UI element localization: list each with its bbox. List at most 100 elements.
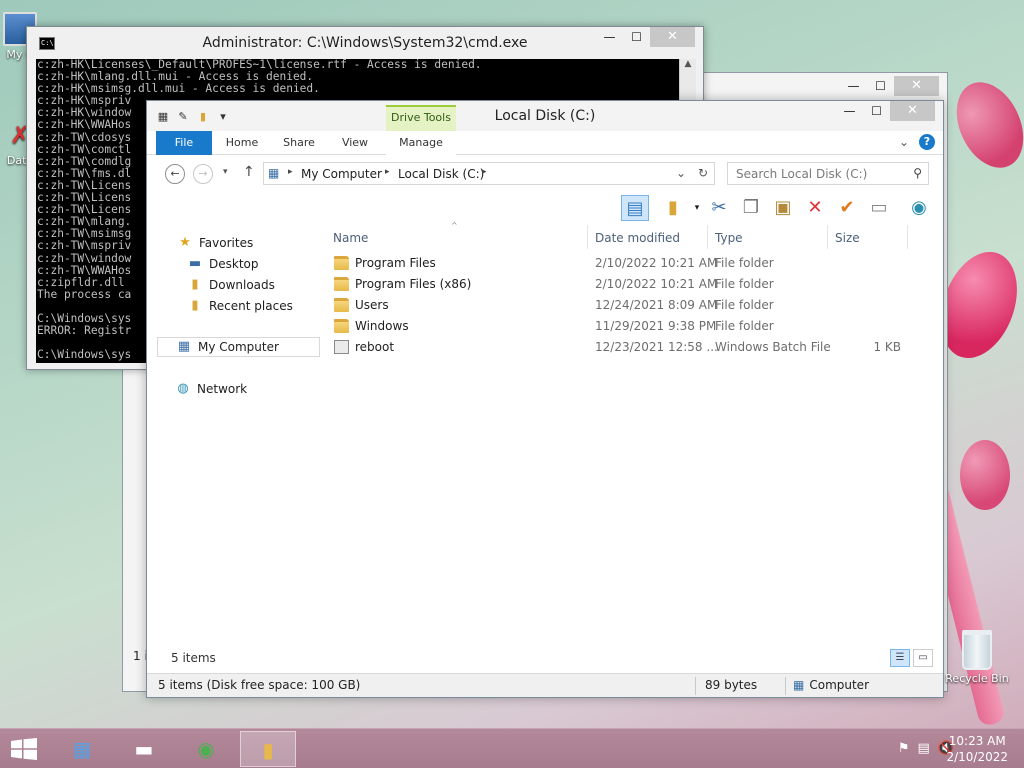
address-dropdown-icon[interactable]: ⌄ [676, 166, 686, 180]
breadcrumb-separator-icon[interactable]: ▸ [385, 167, 390, 177]
file-row[interactable]: Users 12/24/2021 8:09 AM File folder [329, 295, 929, 316]
maximize-button[interactable]: ☐ [623, 27, 650, 47]
folder-icon [334, 256, 349, 270]
status-location: ▦ Computer [793, 674, 869, 696]
help-icon[interactable]: ? [919, 134, 935, 150]
cmd-title-bar[interactable]: C:\. Administrator: C:\Windows\System32\… [27, 27, 703, 59]
tab-file[interactable]: File [156, 131, 212, 155]
taskbar-server-manager-icon[interactable]: ▦ [54, 731, 110, 767]
close-button[interactable]: ✕ [894, 76, 939, 96]
paste-icon[interactable]: ▣ [769, 195, 797, 221]
large-icons-view-icon[interactable]: ▭ [913, 649, 933, 667]
search-icon[interactable]: ⚲ [913, 166, 922, 180]
taskbar-cmd-icon[interactable]: ▬ [116, 731, 172, 767]
cut-icon[interactable]: ✂ [705, 195, 733, 221]
nav-my-computer[interactable]: ▦ My Computer [157, 337, 320, 357]
column-divider[interactable] [587, 225, 588, 249]
breadcrumb-separator-icon[interactable]: ▸ [482, 167, 487, 177]
expand-ribbon-icon[interactable]: ⌄ [899, 135, 909, 149]
file-type: File folder [715, 277, 774, 291]
breadcrumb-my-computer[interactable]: My Computer [301, 167, 382, 181]
search-input[interactable]: Search Local Disk (C:) ⚲ [727, 162, 929, 185]
column-headers: Name ^ Date modified Type Size [325, 221, 937, 249]
maximize-button[interactable]: ☐ [867, 76, 894, 96]
column-header-type[interactable]: Type [715, 231, 743, 245]
nav-favorites[interactable]: ★ Favorites [177, 233, 253, 253]
file-name: reboot [355, 340, 395, 354]
checkmark-icon[interactable]: ✔ [833, 195, 861, 221]
status-divider [695, 677, 696, 695]
maximize-button[interactable]: ☐ [863, 101, 890, 121]
nav-desktop[interactable]: ▬ Desktop [187, 254, 259, 274]
column-header-name[interactable]: Name [333, 231, 368, 245]
file-date: 2/10/2022 10:21 AM [595, 256, 718, 270]
breadcrumb-local-disk[interactable]: Local Disk (C:) [398, 167, 484, 181]
minimize-button[interactable]: — [840, 76, 867, 96]
file-row[interactable]: reboot 12/23/2021 12:58 ... Windows Batch … [329, 337, 929, 358]
file-row[interactable]: Program Files 2/10/2022 10:21 AM File fold… [329, 253, 929, 274]
tab-manage[interactable]: Manage [386, 131, 456, 155]
file-date: 12/23/2021 12:58 ... [595, 340, 718, 354]
desktop-icon: ▬ [188, 256, 202, 271]
desktop-icon-recycle-bin[interactable]: Recycle Bin [944, 630, 1010, 685]
folder-icon [334, 298, 349, 312]
taskbar-app-icon[interactable]: ◉ [178, 731, 234, 767]
file-date: 2/10/2022 10:21 AM [595, 277, 718, 291]
folder-icon [334, 277, 349, 291]
tab-home[interactable]: Home [221, 131, 263, 155]
copy-icon[interactable]: ❐ [737, 195, 765, 221]
computer-icon: ▦ [177, 339, 191, 354]
nav-network[interactable]: ◍ Network [175, 379, 247, 399]
globe-icon[interactable]: ◉ [905, 195, 933, 221]
minimize-button[interactable]: — [836, 101, 863, 121]
close-button[interactable]: ✕ [890, 101, 935, 121]
tab-share[interactable]: Share [277, 131, 321, 155]
file-row[interactable]: Program Files (x86) 2/10/2022 10:21 AM Fil… [329, 274, 929, 295]
column-divider[interactable] [907, 225, 908, 249]
preview-pane-icon[interactable]: ▤ [621, 195, 649, 221]
status-summary: 5 items (Disk free space: 100 GB) [158, 678, 361, 692]
rename-icon[interactable]: ▭ [865, 195, 893, 221]
delete-icon[interactable]: ✕ [801, 195, 829, 221]
close-button[interactable]: ✕ [650, 27, 695, 47]
file-size: 1 KB [873, 340, 901, 354]
action-center-icon[interactable]: ⚑ [898, 741, 910, 756]
scroll-up-icon[interactable]: ▲ [680, 59, 696, 69]
file-name: Program Files (x86) [355, 277, 472, 291]
explorer-window[interactable]: ▦ ✎ ▮ ▾ Drive Tools Local Disk (C:) — ☐ … [146, 100, 944, 698]
clock[interactable]: 10:23 AM 2/10/2022 [946, 733, 1008, 765]
tab-view[interactable]: View [335, 131, 375, 155]
minimize-button[interactable]: — [596, 27, 623, 47]
star-icon: ★ [179, 235, 191, 250]
forward-button[interactable]: → [193, 164, 213, 184]
sort-ascending-icon: ^ [451, 221, 458, 230]
taskbar: ▦ ▬ ◉ ▮ ⚑ ▤ 🔇 10:23 AM 2/10/2022 [0, 728, 1024, 768]
network-icon: ◍ [177, 381, 189, 396]
up-button[interactable]: ↑ [243, 164, 255, 180]
refresh-icon[interactable]: ↻ [698, 166, 708, 180]
file-row[interactable]: Windows 11/29/2021 9:38 PM File folder [329, 316, 929, 337]
batch-file-icon [334, 340, 349, 354]
column-header-date[interactable]: Date modified [595, 231, 680, 245]
file-date: 11/29/2021 9:38 PM [595, 319, 717, 333]
column-header-size[interactable]: Size [835, 231, 860, 245]
file-name: Windows [355, 319, 409, 333]
file-date: 12/24/2021 8:09 AM [595, 298, 718, 312]
nav-downloads[interactable]: ▮ Downloads [187, 275, 274, 295]
status-bar: 5 items (Disk free space: 100 GB) 89 byt… [147, 673, 943, 697]
console-line: c:zh-HK\msimsg.dll.mui - Access is denie… [37, 82, 320, 96]
taskbar-explorer-icon[interactable]: ▮ [240, 731, 296, 767]
status-divider [785, 677, 786, 695]
details-view-icon[interactable]: ☰ [890, 649, 910, 667]
network-status-icon[interactable]: ▤ [918, 741, 930, 756]
windows-start-icon[interactable] [10, 738, 38, 760]
recent-locations-icon[interactable]: ▾ [223, 167, 228, 177]
address-bar[interactable]: ▦ ▸ My Computer ▸ Local Disk (C:) ▸ ⌄ ↻ [263, 162, 715, 185]
toolbar: ▤ ▮ ▾ ✂ ❐ ▣ ✕ ✔ ▭ ◉ [147, 189, 943, 225]
column-divider[interactable] [707, 225, 708, 249]
column-divider[interactable] [827, 225, 828, 249]
nav-recent-places[interactable]: ▮ Recent places [187, 296, 292, 316]
explorer-title-bar[interactable]: ▦ ✎ ▮ ▾ Drive Tools Local Disk (C:) — ☐ … [147, 101, 943, 131]
breadcrumb-separator-icon[interactable]: ▸ [288, 167, 293, 177]
back-button[interactable]: ← [165, 164, 185, 184]
